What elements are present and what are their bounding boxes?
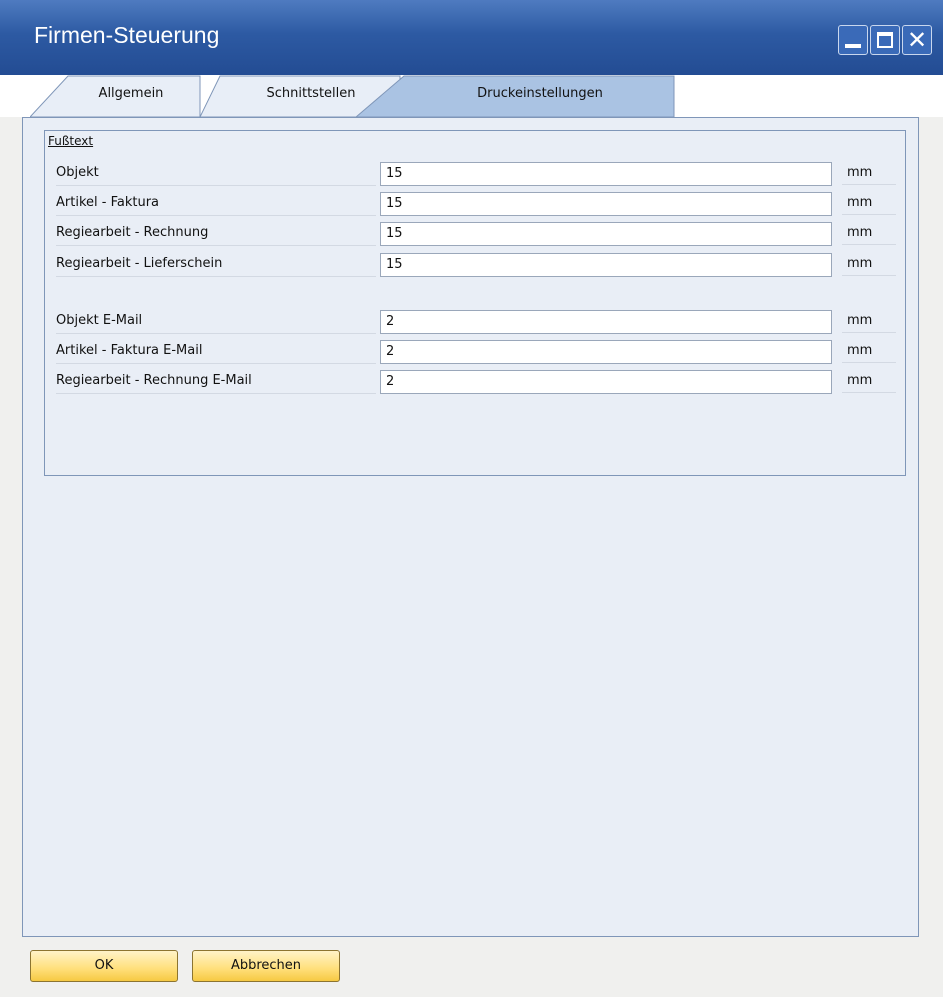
tab-label: Druckeinstellungen [477, 86, 603, 101]
tab-allgemein[interactable]: Allgemein [30, 75, 202, 117]
objekt-input[interactable]: 15 [380, 162, 832, 186]
unit-label: mm [842, 193, 896, 215]
unit-label: mm [842, 223, 896, 245]
row-label-regiearbeit-lieferschein: Regiearbeit - Lieferschein [56, 254, 376, 277]
unit-label: mm [842, 254, 896, 276]
row-label-regiearbeit-rechnung-email: Regiearbeit - Rechnung E-Mail [56, 371, 376, 394]
row-label-objekt-email: Objekt E-Mail [56, 311, 376, 334]
artikel-faktura-email-input[interactable]: 2 [380, 340, 832, 364]
regiearbeit-lieferschein-input[interactable]: 15 [380, 253, 832, 277]
row-label-objekt: Objekt [56, 163, 376, 186]
minimize-button[interactable] [838, 25, 868, 55]
regiearbeit-rechnung-email-input[interactable]: 2 [380, 370, 832, 394]
unit-label: mm [842, 163, 896, 185]
group-title: Fußtext [48, 134, 94, 148]
artikel-faktura-input[interactable]: 15 [380, 192, 832, 216]
window-title: Firmen-Steuerung [34, 22, 220, 48]
objekt-email-input[interactable]: 2 [380, 310, 832, 334]
close-icon: ✕ [906, 26, 928, 54]
maximize-button[interactable] [870, 25, 900, 55]
row-label-artikel-faktura: Artikel - Faktura [56, 193, 376, 216]
tab-label: Allgemein [98, 86, 164, 101]
unit-label: mm [842, 371, 896, 393]
unit-label: mm [842, 311, 896, 333]
row-label-artikel-faktura-email: Artikel - Faktura E-Mail [56, 341, 376, 364]
unit-label: mm [842, 341, 896, 363]
tab-strip: Allgemein Schnittstellen Druckeinstellun… [0, 75, 943, 117]
title-bar[interactable]: Firmen-Steuerung ✕ [0, 0, 943, 75]
cancel-button[interactable]: Abbrechen [192, 950, 340, 982]
window: Firmen-Steuerung ✕ Allgemein Schnittstel… [0, 0, 943, 997]
regiearbeit-rechnung-input[interactable]: 15 [380, 222, 832, 246]
close-button[interactable]: ✕ [902, 25, 932, 55]
tab-druckeinstellungen[interactable]: Druckeinstellungen [356, 75, 676, 117]
ok-button[interactable]: OK [30, 950, 178, 982]
row-label-regiearbeit-rechnung: Regiearbeit - Rechnung [56, 223, 376, 246]
